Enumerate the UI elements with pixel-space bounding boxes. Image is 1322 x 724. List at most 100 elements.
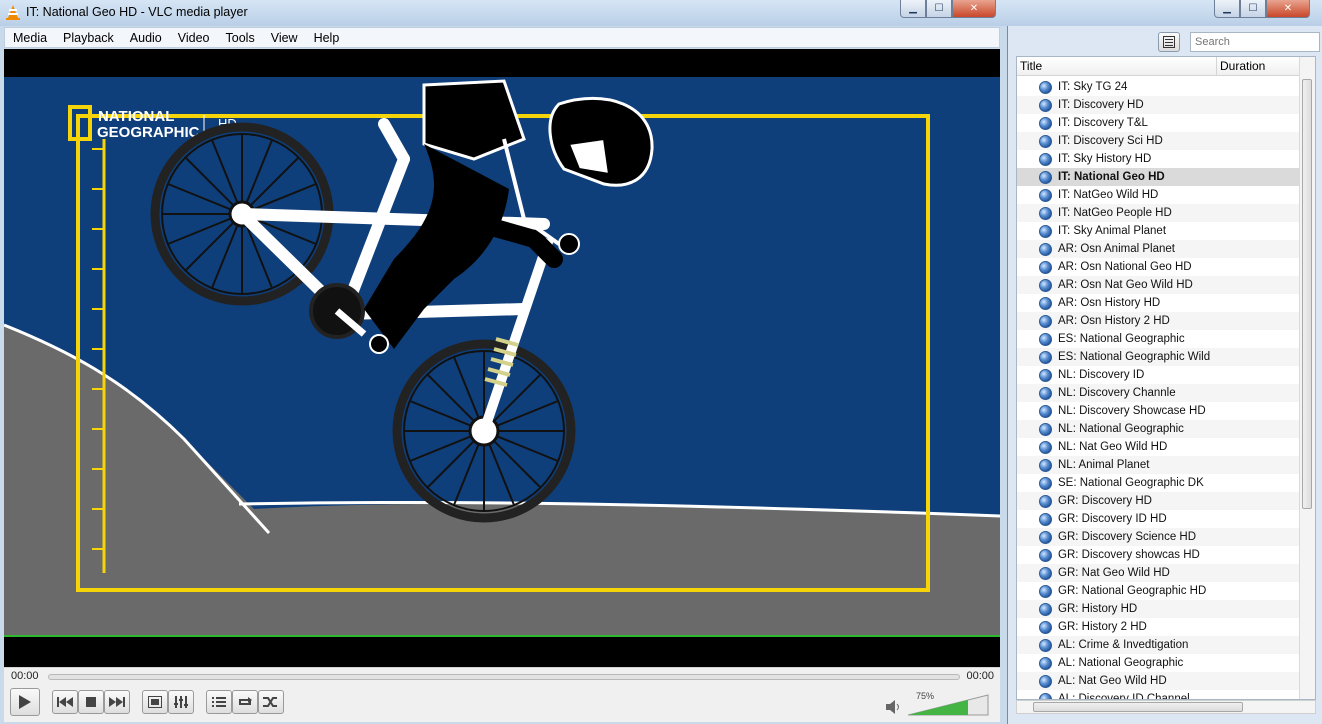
playlist-item[interactable]: GR: Discovery showcas HD [1017, 546, 1301, 564]
playlist-search-input[interactable] [1190, 32, 1320, 52]
stream-globe-icon [1039, 368, 1052, 382]
column-title-header[interactable]: Title [1017, 57, 1217, 75]
playlist-item[interactable]: NL: National Geographic [1017, 420, 1301, 438]
previous-button[interactable] [52, 690, 78, 714]
playlist-item[interactable]: IT: National Geo HD [1017, 168, 1301, 186]
menu-audio[interactable]: Audio [122, 31, 170, 45]
playlist-item-title: AR: Osn Animal Planet [1058, 243, 1175, 255]
playlist-item[interactable]: IT: Sky History HD [1017, 150, 1301, 168]
playlist-item-title: GR: Nat Geo Wild HD [1058, 567, 1170, 579]
playlist-item[interactable]: AR: Osn History 2 HD [1017, 312, 1301, 330]
playlist-vertical-scrollbar[interactable] [1299, 57, 1315, 699]
playlist-item[interactable]: NL: Discovery Channle [1017, 384, 1301, 402]
video-display[interactable]: NATIONAL GEOGRAPHIC HD [4, 49, 1000, 667]
stream-globe-icon [1039, 350, 1052, 364]
playlist-item-title: IT: NatGeo People HD [1058, 207, 1172, 219]
loop-button[interactable] [232, 690, 258, 714]
playlist-item[interactable]: IT: Sky TG 24 [1017, 78, 1301, 96]
playlist-item-title: ES: National Geographic [1058, 333, 1185, 345]
column-duration-header[interactable]: Duration [1217, 57, 1299, 75]
seek-bar[interactable] [48, 674, 960, 680]
scrollbar-thumb[interactable] [1033, 702, 1243, 712]
playlist-button[interactable] [206, 690, 232, 714]
title-bar[interactable]: IT: National Geo HD - VLC media player ▁… [0, 0, 1008, 26]
minimize-icon: ▁ [1223, 3, 1231, 14]
playlist-item[interactable]: AR: Osn History HD [1017, 294, 1301, 312]
playlist-item[interactable]: GR: History 2 HD [1017, 618, 1301, 636]
playlist-close-button[interactable]: ✕ [1266, 0, 1310, 18]
playlist-title-bar[interactable]: ▁ ☐ ✕ [1008, 0, 1322, 26]
playlist-item[interactable]: NL: Discovery Showcase HD [1017, 402, 1301, 420]
shuffle-button[interactable] [258, 690, 284, 714]
playlist-item[interactable]: IT: Discovery Sci HD [1017, 132, 1301, 150]
stream-globe-icon [1039, 134, 1052, 148]
stream-globe-icon [1039, 602, 1052, 616]
minimize-button[interactable]: ▁ [900, 0, 926, 18]
fullscreen-icon [148, 696, 162, 708]
total-time: 00:00 [966, 670, 994, 682]
scrollbar-thumb[interactable] [1302, 79, 1312, 509]
stream-globe-icon [1039, 152, 1052, 166]
playlist-item-title: IT: Sky TG 24 [1058, 81, 1128, 93]
fullscreen-button[interactable] [142, 690, 168, 714]
menu-playback[interactable]: Playback [55, 31, 122, 45]
playlist-item-title: GR: Discovery Science HD [1058, 531, 1197, 543]
close-icon: ✕ [1283, 3, 1293, 14]
menu-video[interactable]: Video [170, 31, 218, 45]
stream-globe-icon [1039, 476, 1052, 490]
playlist-item-title: NL: Discovery ID [1058, 369, 1145, 381]
stop-button[interactable] [78, 690, 104, 714]
next-button[interactable] [104, 690, 130, 714]
close-button[interactable]: ✕ [952, 0, 996, 18]
playlist-item[interactable]: GR: Nat Geo Wild HD [1017, 564, 1301, 582]
menu-tools[interactable]: Tools [218, 31, 263, 45]
extended-settings-button[interactable] [168, 690, 194, 714]
playlist-item[interactable]: AL: Discovery ID Channel [1017, 690, 1301, 699]
playlist-item[interactable]: ES: National Geographic Wild [1017, 348, 1301, 366]
playlist-item[interactable]: GR: National Geographic HD [1017, 582, 1301, 600]
playlist-item[interactable]: GR: Discovery HD [1017, 492, 1301, 510]
playlist-item[interactable]: IT: Discovery T&L [1017, 114, 1301, 132]
playlist-item[interactable]: GR: Discovery Science HD [1017, 528, 1301, 546]
playlist-item[interactable]: AL: National Geographic [1017, 654, 1301, 672]
playlist-item[interactable]: NL: Animal Planet [1017, 456, 1301, 474]
stream-globe-icon [1039, 404, 1052, 418]
playlist-item[interactable]: ES: National Geographic [1017, 330, 1301, 348]
playlist-minimize-button[interactable]: ▁ [1214, 0, 1240, 18]
playlist-header: Title Duration [1017, 57, 1315, 76]
playlist-item-title: IT: National Geo HD [1058, 171, 1165, 183]
playlist-item[interactable]: IT: NatGeo Wild HD [1017, 186, 1301, 204]
playlist-item[interactable]: IT: NatGeo People HD [1017, 204, 1301, 222]
playlist-item-title: GR: Discovery HD [1058, 495, 1152, 507]
playlist-item[interactable]: AR: Osn Animal Planet [1017, 240, 1301, 258]
window-controls: ▁ ☐ ✕ [900, 0, 996, 18]
menu-media[interactable]: Media [5, 31, 55, 45]
playlist-window-controls: ▁ ☐ ✕ [1214, 0, 1310, 18]
menu-help[interactable]: Help [306, 31, 348, 45]
playlist-item[interactable]: NL: Nat Geo Wild HD [1017, 438, 1301, 456]
playlist-item[interactable]: AR: Osn Nat Geo Wild HD [1017, 276, 1301, 294]
playlist-view-mode-button[interactable] [1158, 32, 1180, 52]
logo-line1: NATIONAL [98, 108, 174, 125]
playlist-item[interactable]: AL: Crime & Invedtigation [1017, 636, 1301, 654]
stream-globe-icon [1039, 188, 1052, 202]
stream-globe-icon [1039, 422, 1052, 436]
playlist-item-title: AR: Osn History HD [1058, 297, 1161, 309]
volume-slider[interactable] [908, 694, 990, 716]
play-button[interactable] [10, 688, 40, 716]
playlist-item[interactable]: NL: Discovery ID [1017, 366, 1301, 384]
playlist-maximize-button[interactable]: ☐ [1240, 0, 1266, 18]
playlist-item[interactable]: IT: Discovery HD [1017, 96, 1301, 114]
maximize-button[interactable]: ☐ [926, 0, 952, 18]
playlist-horizontal-scrollbar[interactable] [1016, 700, 1316, 714]
playlist-item[interactable]: GR: Discovery ID HD [1017, 510, 1301, 528]
menu-view[interactable]: View [263, 31, 306, 45]
playlist-item[interactable]: SE: National Geographic DK [1017, 474, 1301, 492]
playlist-item[interactable]: AL: Nat Geo Wild HD [1017, 672, 1301, 690]
playlist-item[interactable]: GR: History HD [1017, 600, 1301, 618]
playlist-item[interactable]: IT: Sky Animal Planet [1017, 222, 1301, 240]
playlist-item[interactable]: AR: Osn National Geo HD [1017, 258, 1301, 276]
playlist-rows: IT: Sky TG 24 IT: Discovery HD IT: Discove… [1017, 78, 1301, 699]
playlist-item-title: GR: Discovery showcas HD [1058, 549, 1200, 561]
volume-control[interactable]: 75% [886, 691, 996, 716]
